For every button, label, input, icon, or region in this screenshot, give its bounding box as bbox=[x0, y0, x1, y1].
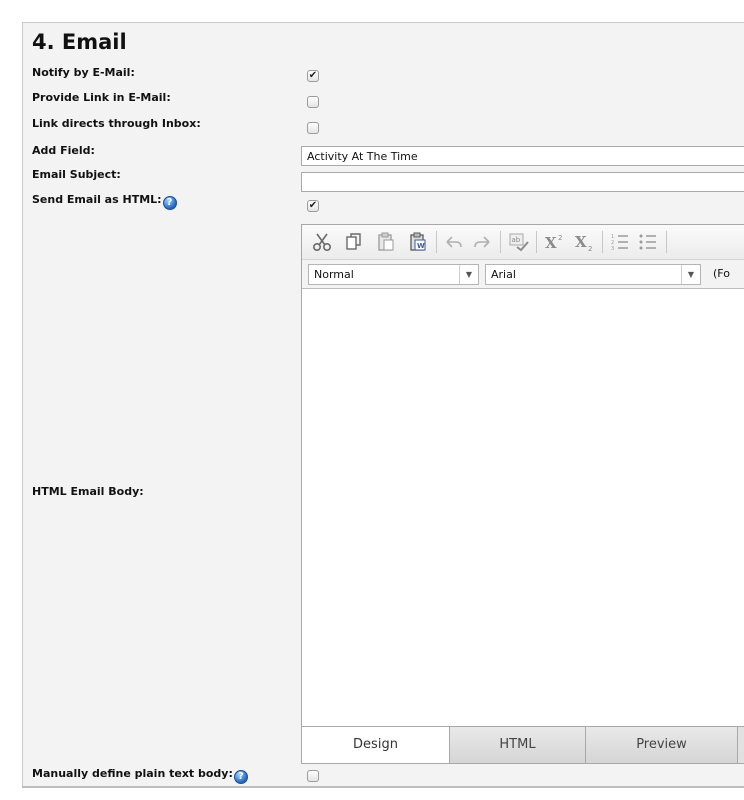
chevron-down-icon[interactable]: ▼ bbox=[681, 265, 700, 284]
plain-text-label: Manually define plain text body: bbox=[32, 767, 233, 780]
unordered-list-icon[interactable] bbox=[636, 231, 660, 253]
email-subject-label: Email Subject: bbox=[32, 168, 121, 181]
font-name-value: Arial bbox=[491, 268, 516, 281]
tab-design[interactable]: Design bbox=[302, 727, 450, 763]
paragraph-format-select[interactable]: Normal ▼ bbox=[308, 264, 479, 285]
undo-icon[interactable] bbox=[442, 231, 466, 253]
font-name-select[interactable]: Arial ▼ bbox=[485, 264, 701, 285]
svg-text:ab: ab bbox=[512, 236, 521, 244]
link-inbox-checkbox[interactable] bbox=[307, 122, 319, 134]
provide-link-checkbox[interactable] bbox=[307, 96, 319, 108]
toolbar-separator bbox=[500, 231, 501, 253]
tab-preview[interactable]: Preview bbox=[586, 727, 738, 763]
svg-text:2: 2 bbox=[588, 245, 592, 252]
font-size-value: (Fo bbox=[713, 267, 730, 280]
provide-link-label: Provide Link in E-Mail: bbox=[32, 91, 171, 104]
section-title: 4. Email bbox=[32, 30, 127, 54]
copy-icon[interactable] bbox=[342, 231, 366, 253]
paste-icon[interactable] bbox=[374, 231, 398, 253]
chevron-down-icon[interactable]: ▼ bbox=[459, 265, 478, 284]
help-icon[interactable]: ? bbox=[233, 770, 248, 784]
notify-email-checkbox[interactable]: ✔ bbox=[307, 70, 319, 82]
add-field-input[interactable] bbox=[301, 146, 744, 166]
editor-mode-tabs: Design HTML Preview bbox=[302, 726, 744, 763]
editor-toolbar: W ab X2 X2 123 bbox=[302, 225, 744, 260]
html-editor: W ab X2 X2 123 Normal ▼ Arial ▼ (Fo Desi… bbox=[301, 224, 744, 764]
svg-text:X: X bbox=[545, 234, 557, 252]
plain-text-row: Manually define plain text body:? bbox=[32, 767, 248, 784]
paste-from-word-icon[interactable]: W bbox=[406, 231, 430, 253]
link-inbox-label: Link directs through Inbox: bbox=[32, 117, 201, 130]
help-icon[interactable]: ? bbox=[162, 196, 177, 210]
plain-text-checkbox[interactable] bbox=[307, 770, 319, 782]
toolbar-separator bbox=[436, 231, 437, 253]
cut-icon[interactable] bbox=[310, 231, 334, 253]
send-html-checkbox[interactable]: ✔ bbox=[307, 200, 319, 212]
notify-email-label: Notify by E-Mail: bbox=[32, 66, 135, 79]
spellcheck-icon[interactable]: ab bbox=[507, 231, 531, 253]
add-field-label: Add Field: bbox=[32, 144, 95, 157]
send-html-row: Send Email as HTML:? bbox=[32, 193, 177, 210]
toolbar-separator bbox=[666, 231, 667, 253]
svg-text:3: 3 bbox=[611, 246, 614, 251]
tab-html[interactable]: HTML bbox=[450, 727, 586, 763]
toolbar-separator bbox=[602, 231, 603, 253]
superscript-icon[interactable]: X2 bbox=[542, 231, 568, 253]
subscript-icon[interactable]: X2 bbox=[572, 231, 598, 253]
email-subject-input[interactable] bbox=[301, 172, 744, 192]
editor-content-area[interactable] bbox=[302, 289, 744, 727]
paragraph-format-value: Normal bbox=[314, 268, 354, 281]
svg-text:2: 2 bbox=[558, 234, 562, 242]
toolbar-separator bbox=[536, 231, 537, 253]
svg-text:W: W bbox=[417, 242, 425, 250]
ordered-list-icon[interactable]: 123 bbox=[608, 231, 632, 253]
redo-icon[interactable] bbox=[470, 231, 494, 253]
svg-text:X: X bbox=[575, 233, 587, 251]
send-html-label: Send Email as HTML: bbox=[32, 193, 162, 206]
editor-format-bar: Normal ▼ Arial ▼ (Fo bbox=[302, 260, 744, 289]
html-body-label: HTML Email Body: bbox=[32, 485, 144, 498]
font-size-select[interactable]: (Fo bbox=[708, 264, 744, 285]
panel-bottom-border bbox=[22, 786, 744, 788]
